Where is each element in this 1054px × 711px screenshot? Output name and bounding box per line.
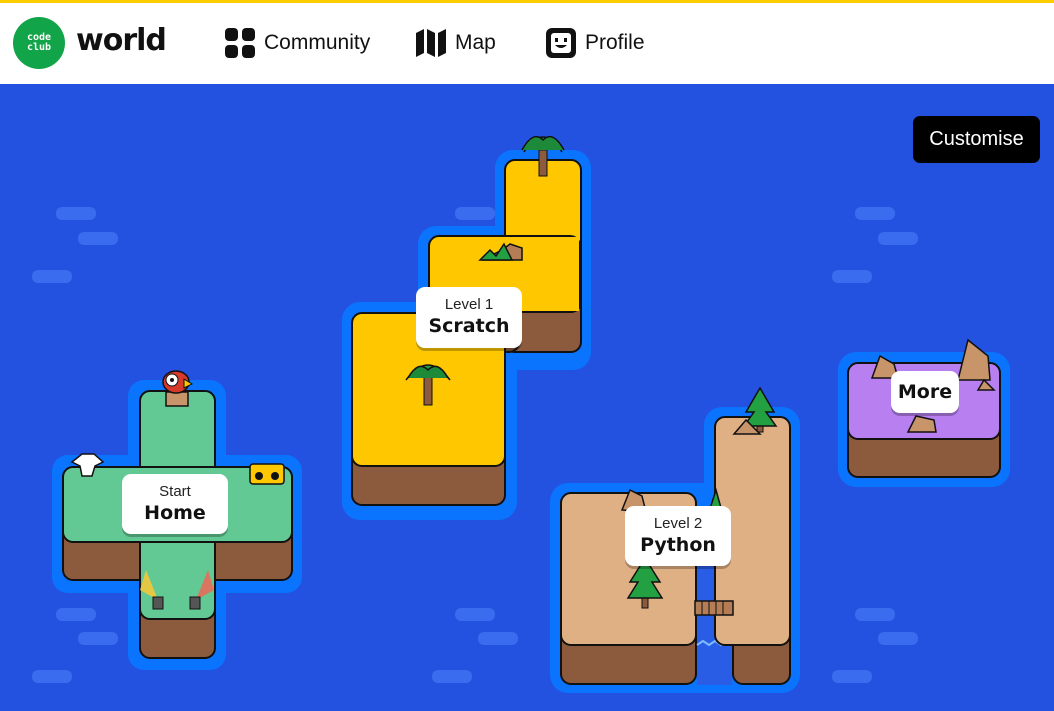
- island-card-python-level: Level 2: [653, 515, 703, 532]
- nav-map-label: Map: [455, 31, 496, 54]
- nav-profile-label: Profile: [585, 31, 645, 54]
- nav-map[interactable]: Map: [416, 27, 496, 59]
- logo-text-bottom: club: [26, 42, 52, 53]
- nav-community-label: Community: [264, 31, 371, 54]
- top-navbar: code club world Community Map Profile: [0, 3, 1054, 84]
- map-icon: [416, 29, 446, 57]
- grid-icon: [225, 28, 255, 58]
- customise-button[interactable]: Customise: [913, 116, 1040, 163]
- island-card-more[interactable]: More: [891, 371, 959, 413]
- island-card-python[interactable]: Level 2 Python: [625, 506, 731, 566]
- code-club-logo[interactable]: code club: [13, 17, 65, 69]
- island-card-home-title: Home: [144, 502, 206, 524]
- more-island[interactable]: [838, 338, 1010, 487]
- nav-community[interactable]: Community: [225, 27, 370, 59]
- island-card-scratch[interactable]: Level 1 Scratch: [416, 287, 522, 348]
- island-card-scratch-title: Scratch: [428, 315, 510, 337]
- island-card-python-title: Python: [640, 534, 716, 556]
- brand-title: world: [76, 23, 167, 58]
- face-icon: [546, 28, 576, 58]
- island-card-scratch-level: Level 1: [444, 296, 494, 313]
- nav-profile[interactable]: Profile: [546, 27, 645, 59]
- island-card-home-level: Start: [159, 483, 191, 500]
- island-card-more-title: More: [897, 381, 953, 403]
- island-card-home[interactable]: Start Home: [122, 474, 228, 534]
